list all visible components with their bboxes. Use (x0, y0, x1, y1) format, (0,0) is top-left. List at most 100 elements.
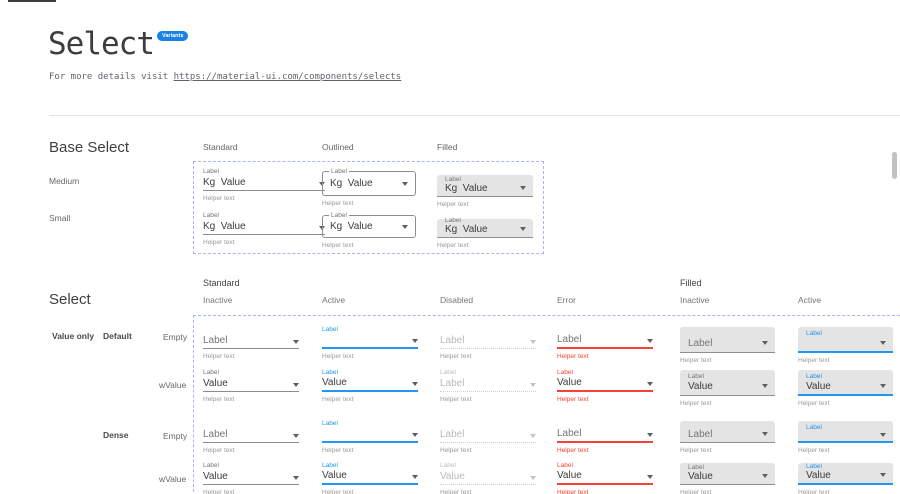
dropdown-arrow-icon (293, 383, 299, 387)
select-standard-disabled-empty[interactable]: Label Helper text (440, 325, 536, 360)
select-label: Label (322, 419, 418, 428)
material-ui-link[interactable]: https://material-ui.com/components/selec… (174, 72, 402, 82)
select-standard-inactive-value[interactable]: Label Value Helper text (203, 368, 299, 403)
filled-box: Label Value (680, 463, 775, 485)
helper-text: Helper text (322, 489, 418, 494)
select-value: Value (203, 472, 228, 482)
base-select-outlined-small[interactable]: Label Kg Value Helper text (322, 215, 416, 249)
select-standard-active-value-dense[interactable]: Label Value Helper text (322, 461, 418, 494)
group-header-filled: Filled (680, 278, 702, 288)
select-value: Value (688, 382, 713, 392)
helper-text: Helper text (437, 201, 533, 208)
row-label-empty-default: Empty (163, 332, 187, 342)
helper-text: Helper text (437, 242, 533, 249)
select-standard-inactive-value-dense[interactable]: Label Value Helper text (203, 461, 299, 494)
helper-text: Helper text (203, 489, 299, 494)
select-standard-error-empty[interactable]: Label Helper text (557, 325, 653, 360)
select-standard-disabled-value-dense[interactable]: Label Value Helper text (440, 461, 536, 494)
dropdown-arrow-icon (762, 384, 768, 388)
select-filled-inactive-value-dense[interactable]: Label Value Helper text (680, 463, 775, 494)
select-label: Label (203, 211, 325, 220)
select-standard-active-empty[interactable]: Label Helper text (322, 325, 418, 360)
dropdown-arrow-icon (762, 432, 768, 436)
base-select-filled-small[interactable]: Label Kg Value Helper text (437, 219, 533, 249)
select-value: Value (322, 378, 347, 388)
select-label (440, 419, 536, 428)
base-select-outlined-medium[interactable]: Label Kg Value Helper text (322, 171, 416, 207)
select-filled-inactive-empty-dense[interactable]: Label Helper text (680, 421, 775, 454)
helper-text: Helper text (322, 396, 418, 403)
select-value: Value (806, 471, 831, 481)
select-value: Label (688, 430, 712, 440)
helper-text: Helper text (203, 239, 325, 246)
outlined-box: Label Kg Value (322, 171, 416, 196)
helper-text: Helper text (440, 489, 536, 494)
select-value: Value (440, 472, 465, 482)
select-filled-active-value[interactable]: Label Value Helper text (798, 370, 893, 407)
helper-text: Helper text (440, 396, 536, 403)
select-value: Label (557, 429, 581, 439)
select-label: Label (322, 368, 418, 377)
select-value: Label (203, 336, 227, 346)
select-value: Value (557, 471, 582, 481)
helper-text: Helper text (203, 447, 299, 454)
select-standard-inactive-empty[interactable]: Label Helper text (203, 325, 299, 360)
dropdown-arrow-icon (412, 339, 418, 343)
dropdown-arrow-icon (412, 475, 418, 479)
select-filled-active-empty[interactable]: Label Helper text (798, 327, 893, 364)
page-title: Select (48, 26, 154, 62)
subtitle: For more details visit https://material-… (49, 72, 401, 82)
base-select-title: Base Select (49, 139, 129, 156)
header-divider (49, 115, 900, 116)
row-label-empty-dense: Empty (163, 431, 187, 441)
select-filled-active-empty-dense[interactable]: Label Helper text (798, 421, 893, 454)
select-value: Value (557, 378, 582, 388)
select-label: Label (688, 372, 768, 381)
select-standard-inactive-empty-dense[interactable]: Label Helper text (203, 419, 299, 454)
dropdown-arrow-icon (530, 340, 536, 344)
state-header-error: Error (557, 295, 576, 305)
base-select-filled-medium[interactable]: Label Kg Value Helper text (437, 175, 533, 208)
select-standard-error-empty-dense[interactable]: Label Helper text (557, 419, 653, 454)
helper-text: Helper text (440, 353, 536, 360)
helper-text: Helper text (557, 447, 653, 454)
select-label: Label (557, 368, 653, 377)
filled-box: Label Kg Value (437, 219, 533, 238)
select-filled-active-value-dense[interactable]: Label Value Helper text (798, 463, 893, 494)
dropdown-arrow-icon (293, 340, 299, 344)
base-select-standard-medium[interactable]: Label Kg Value Helper text (203, 167, 325, 202)
dropdown-arrow-icon (402, 182, 408, 186)
select-standard-disabled-empty-dense[interactable]: Label Helper text (440, 419, 536, 454)
select-filled-inactive-empty[interactable]: Label Helper text (680, 327, 775, 364)
helper-text: Helper text (680, 357, 775, 364)
helper-text: Helper text (680, 400, 775, 407)
select-section-title: Select (49, 291, 91, 308)
helper-text: Helper text (322, 242, 416, 249)
select-standard-disabled-value[interactable]: Label Label Helper text (440, 368, 536, 403)
group-header-standard: Standard (203, 278, 240, 288)
select-standard-active-empty-dense[interactable]: Label Helper text (322, 419, 418, 454)
select-value: Label (440, 336, 464, 346)
select-label: Label (329, 212, 349, 220)
select-standard-error-value[interactable]: Label Value Helper text (557, 368, 653, 403)
dropdown-arrow-icon (530, 434, 536, 438)
helper-text: Helper text (798, 400, 893, 407)
vertical-scrollbar-thumb[interactable] (892, 152, 897, 179)
helper-text: Helper text (680, 489, 775, 494)
select-value: Kg Value (445, 225, 488, 235)
helper-text: Helper text (440, 447, 536, 454)
select-value: Kg Value (330, 179, 373, 189)
dropdown-arrow-icon (530, 476, 536, 480)
row-label-small: Small (49, 213, 70, 223)
select-standard-error-value-dense[interactable]: Label Value Helper text (557, 461, 653, 494)
select-value: Label (557, 335, 581, 345)
select-standard-active-value[interactable]: Label Value Helper text (322, 368, 418, 403)
select-filled-inactive-value[interactable]: Label Value Helper text (680, 370, 775, 407)
variants-badge: Variants (157, 31, 188, 41)
select-label: Label (203, 167, 325, 176)
select-value: Label (440, 379, 464, 389)
base-select-standard-small[interactable]: Label Kg Value Helper text (203, 211, 325, 246)
select-label: Label (806, 423, 886, 432)
select-label: Label (322, 461, 418, 470)
row-group-dense: Dense (103, 430, 129, 440)
